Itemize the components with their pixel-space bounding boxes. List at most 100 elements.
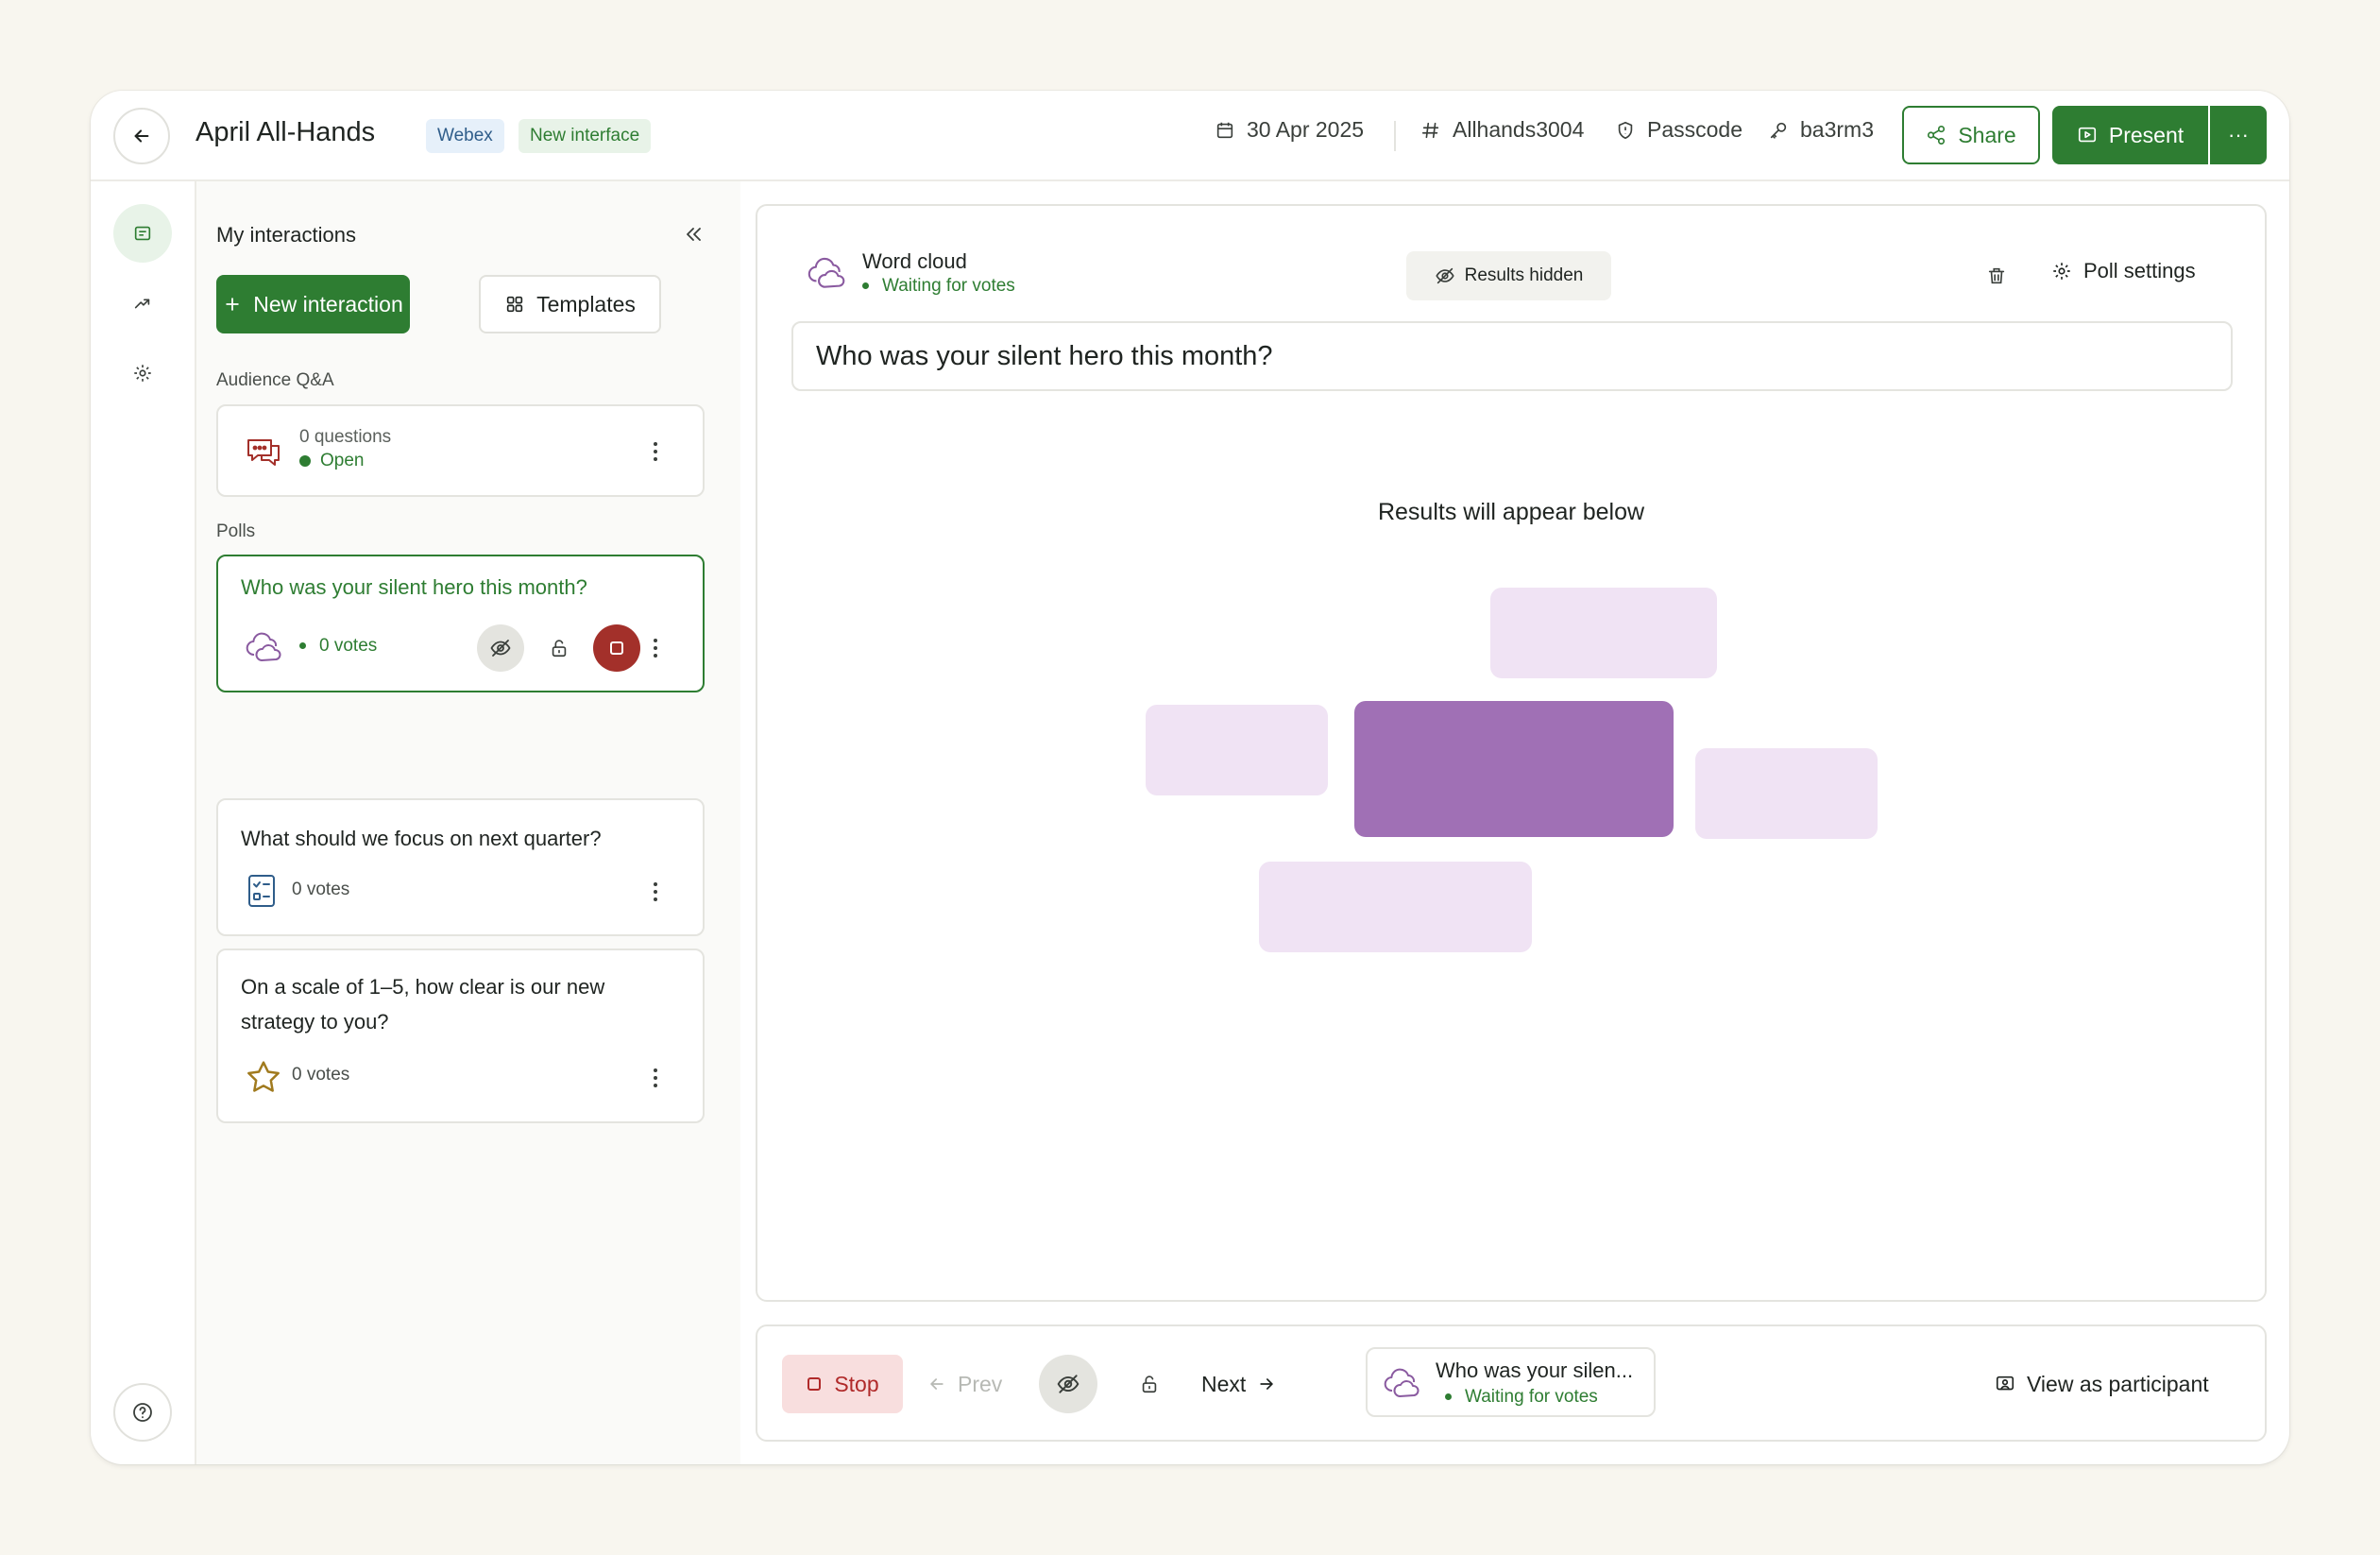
poll-question: On a scale of 1–5, how clear is our new … — [241, 975, 605, 1034]
share-label: Share — [1958, 122, 2016, 147]
stop-label: Stop — [834, 1371, 879, 1396]
results-hidden-toggle[interactable]: Results hidden — [1406, 251, 1611, 300]
passcode-value-text: ba3rm3 — [1800, 117, 1874, 142]
rail-analytics-button[interactable] — [113, 274, 172, 333]
present-icon — [2078, 127, 2096, 143]
poll-votes: 0 votes — [292, 880, 350, 899]
event-code[interactable]: Allhands3004 — [1420, 117, 1584, 143]
poll-card[interactable]: On a scale of 1–5, how clear is our new … — [216, 948, 705, 1123]
qa-count: 0 questions — [299, 427, 392, 447]
event-date: 30 Apr 2025 — [1215, 117, 1364, 143]
prev-button[interactable]: Prev — [927, 1355, 1002, 1413]
eye-off-icon — [1435, 267, 1454, 284]
qa-status-text: Open — [320, 451, 365, 470]
present-more-button[interactable]: ··· — [2210, 106, 2267, 164]
grid-icon — [506, 296, 523, 313]
poll-settings-button[interactable]: Poll settings — [2051, 259, 2196, 283]
poll-type: Word cloud — [862, 249, 967, 273]
eye-off-icon — [490, 640, 511, 657]
checklist-icon — [248, 875, 275, 907]
word-cloud-icon — [808, 257, 845, 288]
poll-more-button[interactable] — [646, 629, 665, 667]
word-cloud-placeholder — [1490, 588, 1717, 678]
poll-more-button[interactable] — [646, 1059, 665, 1097]
current-poll-status: Waiting for votes — [1445, 1387, 1598, 1408]
word-cloud-icon — [246, 632, 281, 661]
event-title: April All-Hands — [196, 117, 376, 147]
status-dot — [862, 282, 869, 290]
qa-status: Open — [299, 451, 364, 471]
qa-more-button[interactable] — [646, 433, 665, 470]
question-input[interactable]: Who was your silent hero this month? — [791, 321, 2233, 391]
lock-toggle[interactable] — [1120, 1355, 1179, 1413]
next-label: Next — [1201, 1371, 1247, 1396]
new-interaction-label: New interaction — [253, 291, 403, 316]
help-icon — [133, 1403, 152, 1422]
status-dot — [299, 454, 311, 467]
word-cloud-placeholder-main — [1354, 701, 1674, 837]
poll-status: Waiting for votes — [862, 276, 1015, 297]
next-button[interactable]: Next — [1188, 1355, 1289, 1413]
poll-more-button[interactable] — [646, 873, 665, 911]
more-icon: ··· — [2228, 123, 2249, 146]
rail-interactions-button[interactable] — [113, 204, 172, 263]
gear-icon — [134, 365, 151, 382]
poll-settings-label: Poll settings — [2083, 259, 2196, 282]
poll-question: Who was your silent hero this month? — [241, 575, 587, 599]
current-poll-status-text: Waiting for votes — [1465, 1387, 1598, 1407]
status-dot — [299, 642, 306, 650]
word-cloud-placeholder — [1146, 705, 1328, 795]
unlock-icon — [552, 640, 567, 658]
plus-icon — [226, 298, 239, 311]
poll-card[interactable]: What should we focus on next quarter? 0 … — [216, 798, 705, 936]
poll-question: What should we focus on next quarter? — [241, 827, 602, 850]
hash-icon — [1421, 122, 1439, 138]
passcode[interactable]: Passcode — [1615, 117, 1742, 143]
left-rail — [91, 181, 196, 1464]
chevrons-left-icon — [687, 228, 701, 241]
header-divider — [1394, 121, 1396, 151]
poll-card[interactable]: Who was your silent hero this month? 0 v… — [216, 555, 705, 692]
arrow-left-icon — [134, 129, 149, 143]
stop-button[interactable]: Stop — [782, 1355, 903, 1413]
presenter-bar: Stop Prev Next Who was your silen... Wai… — [756, 1324, 2267, 1442]
qa-card[interactable]: 0 questions Open — [216, 404, 705, 497]
delete-poll-button[interactable] — [1981, 261, 2012, 291]
stop-poll-button[interactable] — [593, 624, 640, 672]
arrow-right-icon — [1260, 1378, 1273, 1390]
passcode-value[interactable]: ba3rm3 — [1768, 117, 1874, 143]
status-dot — [1445, 1393, 1452, 1401]
back-button[interactable] — [113, 108, 170, 164]
interactions-icon — [134, 226, 151, 241]
hide-results-toggle[interactable] — [1039, 1355, 1097, 1413]
stop-icon — [808, 1377, 822, 1391]
view-as-participant-button[interactable]: View as participant — [1995, 1355, 2209, 1413]
hide-results-toggle[interactable] — [477, 624, 524, 672]
eye-off-icon — [1057, 1375, 1080, 1393]
templates-button[interactable]: Templates — [479, 275, 661, 333]
calendar-icon — [1216, 122, 1233, 138]
help-button[interactable] — [113, 1383, 172, 1442]
word-cloud-placeholder — [1259, 862, 1532, 952]
panel-title: My interactions — [216, 223, 356, 247]
current-poll-title: Who was your silen... — [1436, 1358, 1634, 1382]
collapse-panel-button[interactable] — [674, 215, 712, 253]
prev-label: Prev — [958, 1371, 1003, 1396]
new-interaction-button[interactable]: New interaction — [216, 275, 410, 333]
current-poll-card[interactable]: Who was your silen... Waiting for votes — [1366, 1347, 1656, 1417]
stop-icon — [610, 641, 623, 655]
present-label: Present — [2108, 122, 2184, 147]
app-window: April All-Hands Webex New interface 30 A… — [91, 91, 2289, 1464]
share-icon — [1928, 126, 1946, 145]
star-icon — [247, 1061, 280, 1092]
view-as-participant-label: View as participant — [2027, 1371, 2209, 1396]
rail-settings-button[interactable] — [113, 344, 172, 402]
participant-view-icon — [1996, 1376, 2014, 1391]
share-button[interactable]: Share — [1902, 106, 2040, 164]
lock-toggle[interactable] — [545, 634, 573, 662]
key-icon — [1770, 122, 1787, 139]
present-button[interactable]: Present — [2052, 106, 2208, 164]
polls-section-label: Polls — [216, 521, 256, 541]
templates-label: Templates — [536, 291, 636, 316]
poll-votes-text: 0 votes — [319, 636, 378, 656]
